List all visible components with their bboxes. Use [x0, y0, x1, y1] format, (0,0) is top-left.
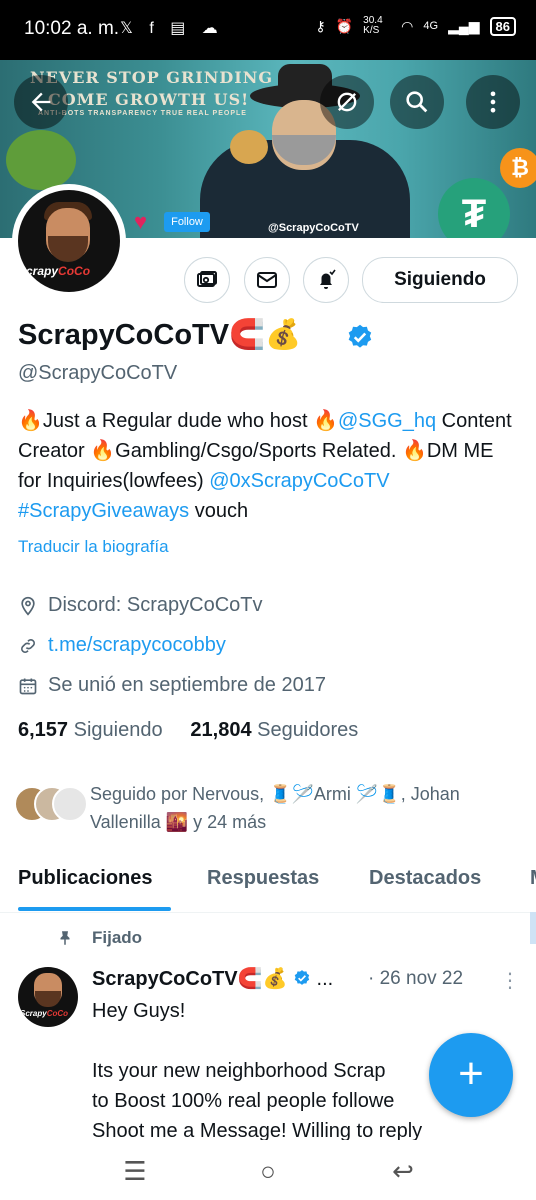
key-icon: ⚷ [315, 17, 326, 34]
tab-replies[interactable]: Respuestas [207, 867, 319, 890]
profile-bio: 🔥Just a Regular dude who host 🔥@SGG_hq C… [18, 406, 518, 526]
wallet-icon [197, 271, 217, 287]
wifi-icon: ◠ [401, 17, 414, 34]
link-icon [21, 638, 35, 653]
calendar-icon [19, 678, 37, 694]
compose-button[interactable]: + [429, 1033, 513, 1117]
banner-slogan-2: COME GROWTH US! [48, 90, 250, 109]
verified-badge-icon[interactable] [346, 323, 374, 351]
tether-coin-icon: ₮ [438, 178, 510, 238]
alarm-icon: ⏰ [335, 17, 354, 34]
pinned-label: Fijado [56, 928, 142, 948]
avatar-logo-text: ScrapyCoCo [18, 264, 91, 278]
pepe-image [6, 130, 76, 190]
tweet-avatar[interactable]: ScrapyCoCo [18, 967, 78, 1027]
back-button[interactable] [14, 75, 68, 129]
translate-bio-link[interactable]: Traducir la biografía [18, 537, 169, 557]
location-icon [21, 596, 35, 616]
tab-divider [0, 912, 536, 913]
profile-name: ScrapyCoCoTV🧲💰 [18, 319, 302, 351]
followers-stat[interactable]: 21,804 Seguidores [190, 719, 358, 741]
banner-slogan-1: NEVER STOP GRINDING [30, 68, 274, 87]
scrollbar-thumb[interactable] [530, 912, 536, 944]
profile-location: Discord: ScrapyCoCoTv [18, 594, 263, 617]
bell-check-icon [320, 269, 336, 289]
banner-follow-chip: Follow [164, 212, 210, 232]
verified-badge-icon [294, 970, 310, 985]
tab-media[interactable]: M [530, 867, 536, 890]
bitcoin-coin-icon: ₿ [500, 148, 536, 188]
more-vertical-icon [490, 91, 496, 113]
followed-by-text[interactable]: Seguido por Nervous, 🧵🪡Armi 🪡🧵, Johan Va… [90, 780, 510, 836]
battery-level: 86 [489, 16, 516, 36]
profile-avatar[interactable]: ScrapyCoCo [12, 184, 126, 298]
pin-icon [60, 931, 70, 945]
more-options-button[interactable] [466, 75, 520, 129]
status-right: ⚷ ⏰ 30.4 K/S ◠ 4G ▂▄▆ 86 [315, 16, 516, 36]
status-time: 10:02 a. m. [24, 18, 120, 39]
avatar-image: ScrapyCoCo [18, 190, 120, 292]
profile-handle: @ScrapyCoCoTV [18, 362, 178, 384]
bio-text: vouch [189, 500, 249, 522]
banner-watermark: @ScrapyCoCoTV [268, 222, 359, 234]
bio-text: 🔥Just a Regular dude who host 🔥 [18, 410, 338, 432]
profile-joined: Se unió en septiembre de 2017 [18, 674, 326, 697]
tweet-avatar-beard [35, 991, 61, 1007]
doge-image [230, 130, 268, 164]
follower-avatar [52, 786, 88, 822]
back-arrow-icon [31, 92, 51, 112]
status-bar: 10:02 a. m. 𝕏 f ▤ ☁ ⚷ ⏰ 30.4 K/S ◠ 4G ▂▄… [0, 0, 536, 60]
following-button[interactable]: Siguiendo [362, 257, 518, 303]
website-link[interactable]: t.me/scrapycocobby [48, 634, 226, 657]
back-nav-icon[interactable]: ↩ [388, 1156, 418, 1186]
notifications-button[interactable] [303, 257, 349, 303]
heart-icon: ♥ [134, 209, 148, 234]
home-icon[interactable]: ○ [253, 1156, 283, 1186]
no-sync-button[interactable] [320, 75, 374, 129]
tweet-ellipsis: ... [316, 968, 334, 990]
tab-highlights[interactable]: Destacados [369, 867, 481, 890]
bio-hashtag[interactable]: #ScrapyGiveaways [18, 500, 189, 522]
pinned-text: Fijado [92, 928, 143, 947]
network-type: 4G [423, 20, 439, 32]
joined-text: Se unió en septiembre de 2017 [48, 674, 326, 696]
message-button[interactable] [244, 257, 290, 303]
recent-apps-icon[interactable]: ☰ [120, 1156, 150, 1186]
search-icon [406, 91, 428, 113]
tweet-date[interactable]: · 26 nov 22 [368, 968, 463, 990]
bio-mention-sgg[interactable]: @SGG_hq [338, 410, 436, 432]
signal-icon: ▂▄▆ [448, 17, 480, 34]
following-stat[interactable]: 6,157 Siguiendo [18, 719, 163, 741]
status-app-icons: 𝕏 f ▤ ☁ [120, 20, 224, 37]
active-tab-indicator [18, 907, 171, 911]
profile-website: t.me/scrapycocobby [18, 634, 226, 657]
net-speed: 30.4 K/S [363, 15, 383, 36]
plus-icon: + [458, 1049, 484, 1098]
mail-icon [257, 272, 277, 288]
location-text: Discord: ScrapyCoCoTv [48, 594, 263, 616]
search-button[interactable] [390, 75, 444, 129]
no-sync-icon [337, 92, 357, 112]
follow-stats: 6,157 Siguiendo 21,804 Seguidores [18, 719, 358, 742]
tweet-avatar-logo: ScrapyCoCo [20, 1009, 69, 1018]
banner-tags: ANTI-BOTS TRANSPARENCY TRUE REAL PEOPLE [38, 110, 247, 117]
tweet-header: ScrapyCoCoTV🧲💰 ... [92, 966, 333, 991]
tip-button[interactable] [184, 257, 230, 303]
bio-mention-0x[interactable]: @0xScrapyCoCoTV [209, 470, 389, 492]
tweet-author[interactable]: ScrapyCoCoTV🧲💰 [92, 968, 287, 990]
avatar-beard [48, 236, 88, 262]
tab-posts[interactable]: Publicaciones [18, 867, 153, 890]
tweet-more-button[interactable]: ⋮ [500, 968, 520, 993]
